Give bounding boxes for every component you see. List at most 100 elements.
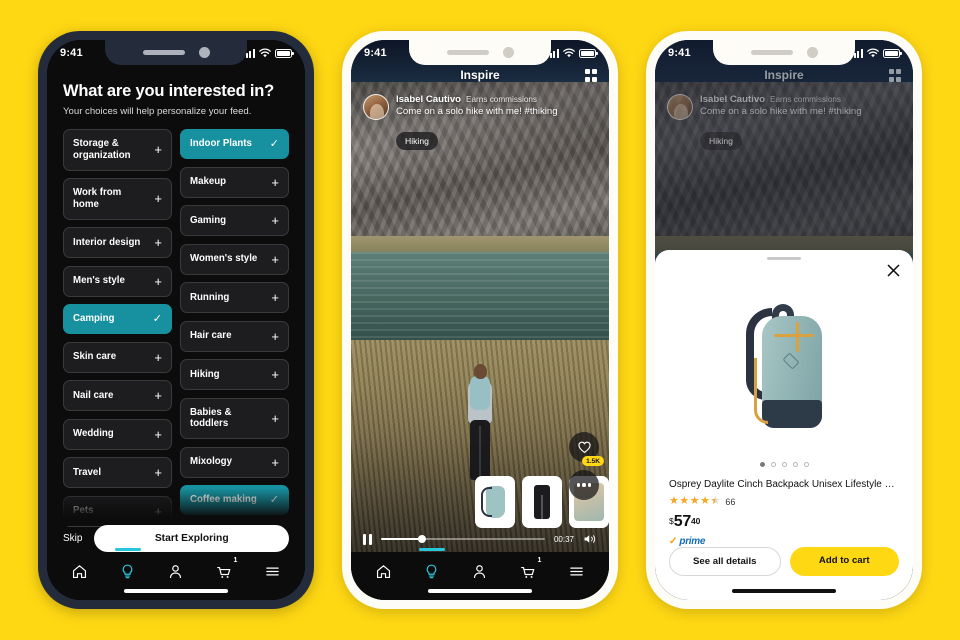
- interest-chip[interactable]: Interior design +: [63, 227, 172, 259]
- carousel-dot[interactable]: [803, 462, 809, 468]
- see-all-details-button[interactable]: See all details: [669, 547, 781, 576]
- product-thumbnail-backpack[interactable]: [475, 476, 515, 528]
- creator-text: Isabel Cautivo Earns commissions Come on…: [396, 94, 597, 120]
- interest-chip-label: Interior design: [73, 236, 141, 248]
- battery-icon: [579, 48, 598, 58]
- star-rating-icon: ★ ★ ★ ★ ★: [669, 496, 720, 508]
- cart-icon: [217, 566, 231, 578]
- close-button[interactable]: [885, 262, 902, 279]
- carousel-dots[interactable]: [669, 462, 899, 468]
- check-icon: ✓: [269, 137, 279, 150]
- interest-chip-label: Wedding: [73, 428, 114, 440]
- interest-chip[interactable]: Pets +: [63, 495, 172, 527]
- phone-2-inspire-video: 9:41 Inspire Isabel Cautivo Earns commis…: [342, 31, 618, 609]
- interest-chip[interactable]: Storage & organization +: [63, 129, 172, 171]
- tab-account[interactable]: [463, 556, 497, 586]
- prime-label: prime: [679, 536, 706, 548]
- osprey-daylite-backpack-image: [746, 300, 822, 429]
- check-icon: ✓: [269, 493, 279, 506]
- interest-chip-label: Pets: [73, 505, 94, 517]
- product-image[interactable]: [669, 276, 899, 453]
- interest-chip[interactable]: Wedding +: [63, 418, 172, 450]
- interest-chip-label: Storage & organization: [73, 138, 131, 161]
- interest-chip-label: Women's style: [190, 253, 258, 265]
- video-scrubber[interactable]: 00:37: [351, 526, 609, 552]
- interest-chip[interactable]: Work from home +: [63, 178, 172, 220]
- interest-chip[interactable]: Camping ✓: [63, 304, 172, 335]
- interest-chip[interactable]: Nail care +: [63, 380, 172, 412]
- carousel-dot[interactable]: [759, 462, 765, 468]
- creator-info[interactable]: Isabel Cautivo Earns commissions Come on…: [363, 94, 597, 120]
- add-to-cart-button[interactable]: Add to cart: [789, 547, 899, 576]
- prime-badge: ✓ prime: [669, 536, 899, 547]
- interest-chip-label: Hiking: [190, 368, 220, 380]
- interest-chip[interactable]: Men's style +: [63, 265, 172, 297]
- interest-chip[interactable]: Hiking +: [180, 359, 289, 390]
- category-tag[interactable]: Hiking: [396, 132, 438, 150]
- page-title: What are you interested in?: [63, 82, 274, 100]
- tab-inspire[interactable]: [415, 548, 449, 586]
- more-options-button[interactable]: [569, 470, 599, 500]
- grid-view-icon[interactable]: [584, 69, 597, 82]
- video-side-actions: 1.5K: [569, 432, 604, 500]
- interest-chip[interactable]: Babies & toddlers +: [180, 397, 289, 440]
- carousel-dot[interactable]: [770, 462, 776, 468]
- plus-icon: +: [271, 290, 279, 305]
- carousel-dot[interactable]: [781, 462, 787, 468]
- tab-home[interactable]: [62, 556, 96, 586]
- plus-icon: +: [271, 174, 279, 190]
- progress-track[interactable]: [380, 535, 545, 543]
- interest-chip[interactable]: Running +: [180, 282, 289, 313]
- active-tab-indicator: [114, 548, 141, 551]
- like-button[interactable]: 1.5K: [569, 432, 604, 466]
- creator-name-row: Isabel Cautivo Earns commissions: [700, 94, 901, 105]
- video-caption: Come on a solo hike with me! #thiking: [700, 106, 862, 117]
- wifi-icon: [867, 48, 879, 58]
- tab-home[interactable]: [366, 556, 400, 586]
- tab-menu[interactable]: [256, 556, 290, 586]
- product-rating[interactable]: ★★★★★ 66: [669, 496, 899, 508]
- interest-chip-label: Nail care: [73, 389, 114, 401]
- interest-chip[interactable]: Coffee making ✓: [180, 485, 289, 516]
- creator-name[interactable]: Isabel Cautivo: [396, 94, 461, 105]
- interest-chip-label: Running: [190, 291, 230, 303]
- home-icon: [72, 564, 86, 578]
- interest-chip[interactable]: Hair care +: [180, 320, 289, 352]
- tab-cart[interactable]: 1: [207, 556, 241, 586]
- avatar[interactable]: [363, 94, 389, 120]
- status-icons: [546, 48, 598, 58]
- interest-chip[interactable]: Indoor Plants ✓: [180, 129, 289, 159]
- volume-on-icon[interactable]: [583, 533, 597, 545]
- close-icon: [887, 264, 900, 277]
- interest-chip[interactable]: Makeup +: [180, 166, 289, 198]
- interest-chip[interactable]: Skin care +: [63, 341, 172, 373]
- tab-menu[interactable]: [560, 556, 594, 586]
- like-count-badge: 1.5K: [582, 456, 604, 466]
- interest-chip-label: Skin care: [73, 351, 117, 363]
- cart-badge-count: 1: [233, 557, 238, 564]
- plus-icon: +: [154, 191, 162, 207]
- plus-icon: +: [154, 142, 162, 158]
- skip-button[interactable]: Skip: [63, 533, 82, 544]
- plus-icon: +: [154, 503, 162, 519]
- tab-cart[interactable]: 1: [511, 556, 545, 586]
- product-thumbnail-pants[interactable]: [522, 476, 562, 528]
- interest-chip[interactable]: Women's style +: [180, 243, 289, 275]
- product-title[interactable]: Osprey Daylite Cinch Backpack Unisex Lif…: [669, 478, 899, 491]
- plus-icon: +: [271, 410, 279, 426]
- wifi-icon: [259, 48, 271, 58]
- tab-account[interactable]: [159, 556, 193, 586]
- interest-chip[interactable]: Travel +: [63, 457, 172, 489]
- carousel-dot[interactable]: [792, 462, 798, 468]
- interest-chip[interactable]: Gaming +: [180, 205, 289, 236]
- interest-chip[interactable]: Mixology +: [180, 446, 289, 478]
- interests-page: 9:41 What are you interested in? Your ch…: [47, 40, 305, 600]
- pause-icon[interactable]: [363, 533, 372, 545]
- tab-inspire[interactable]: [111, 548, 145, 586]
- earpiece-speaker: [142, 50, 185, 55]
- rating-count[interactable]: 66: [725, 497, 735, 507]
- progress-knob[interactable]: [417, 535, 426, 543]
- sheet-actions: See all details Add to cart: [669, 547, 899, 576]
- sheet-drag-handle[interactable]: [767, 257, 801, 261]
- interest-chip-grid: Storage & organization + Work from home + In…: [47, 117, 305, 527]
